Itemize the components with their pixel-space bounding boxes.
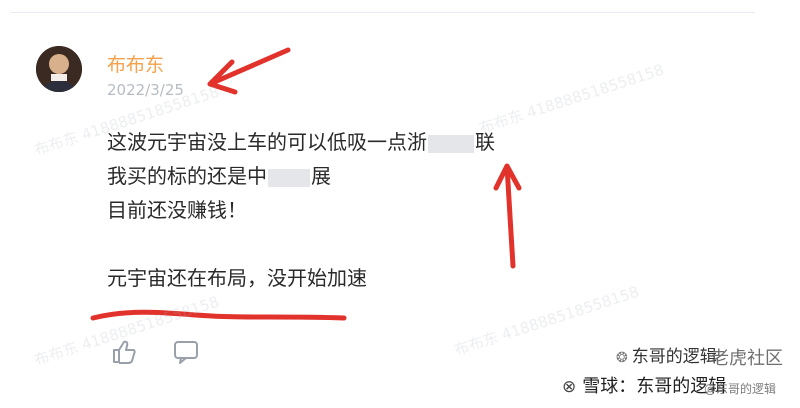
- wechat-icon: ❂: [616, 350, 628, 366]
- arrow-to-company: [493, 163, 522, 269]
- xueqiu-icon: ⊗: [562, 377, 577, 397]
- arrow-to-date: [207, 47, 291, 95]
- community-brand: 老虎社区: [711, 348, 783, 369]
- wechat-brand-text: 东哥的逻辑: [631, 347, 717, 367]
- xueqiu-brand: ⊗ 雪球：东哥的逻辑: [562, 372, 726, 398]
- wechat-brand: ❂ 东哥的逻辑: [616, 342, 717, 367]
- underline-annotation: [90, 309, 347, 321]
- comment-icon[interactable]: [172, 338, 200, 366]
- small-brand: @东哥的逻辑: [704, 382, 777, 396]
- thumbs-up-icon[interactable]: [110, 338, 138, 366]
